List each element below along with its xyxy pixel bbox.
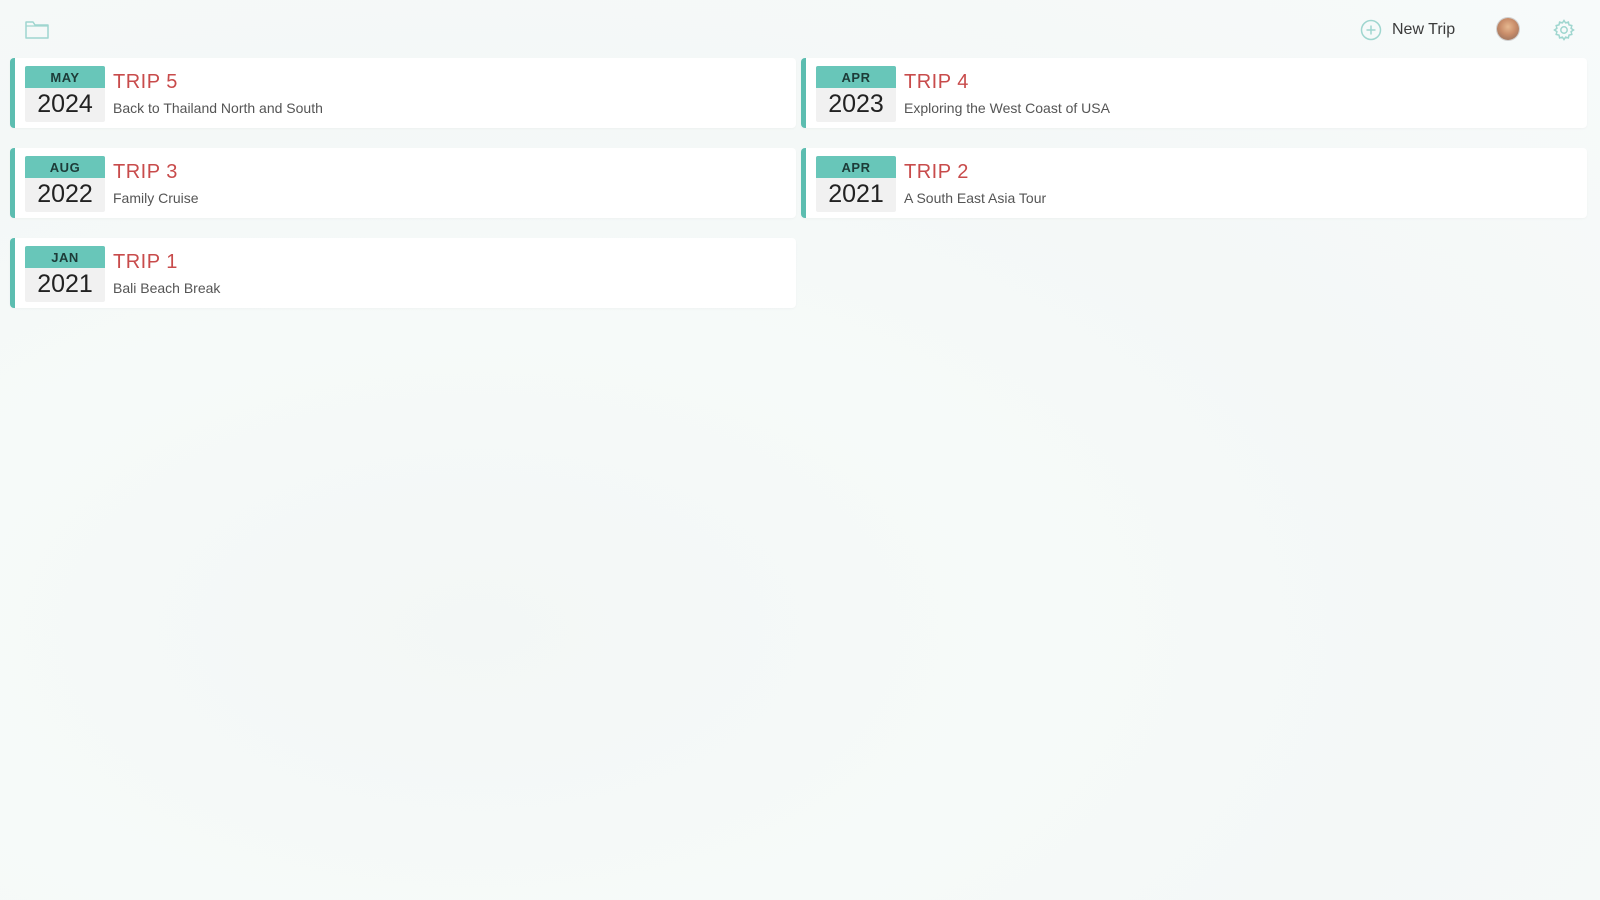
trip-month: MAY <box>25 66 105 88</box>
top-bar: New Trip <box>0 0 1600 58</box>
gear-icon[interactable] <box>1552 18 1576 42</box>
trip-card[interactable]: APR 2023 TRIP 4 Exploring the West Coast… <box>801 58 1587 128</box>
trip-month: APR <box>816 66 896 88</box>
trip-title: TRIP 3 <box>113 161 178 183</box>
date-badge: AUG 2022 <box>25 156 105 212</box>
trip-year: 2021 <box>37 270 93 298</box>
trip-card[interactable]: AUG 2022 TRIP 3 Family Cruise <box>10 148 796 218</box>
trip-title: TRIP 2 <box>904 161 969 183</box>
new-trip-button[interactable]: New Trip <box>1360 17 1455 43</box>
trip-subtitle: Back to Thailand North and South <box>113 100 323 116</box>
trip-month: JAN <box>25 246 105 268</box>
trip-subtitle: Bali Beach Break <box>113 280 221 296</box>
trip-subtitle: Exploring the West Coast of USA <box>904 100 1110 116</box>
date-badge: APR 2023 <box>816 66 896 122</box>
trip-month: APR <box>816 156 896 178</box>
trip-title: TRIP 5 <box>113 71 178 93</box>
plus-circle-icon <box>1360 19 1382 41</box>
trip-card[interactable]: MAY 2024 TRIP 5 Back to Thailand North a… <box>10 58 796 128</box>
trip-title: TRIP 1 <box>113 251 178 273</box>
trip-card[interactable]: JAN 2021 TRIP 1 Bali Beach Break <box>10 238 796 308</box>
date-badge: APR 2021 <box>816 156 896 212</box>
folder-icon[interactable] <box>24 17 50 41</box>
date-badge: JAN 2021 <box>25 246 105 302</box>
trip-list: MAY 2024 TRIP 5 Back to Thailand North a… <box>10 58 1592 308</box>
new-trip-label: New Trip <box>1392 21 1456 38</box>
trip-year: 2024 <box>37 90 93 118</box>
trip-year: 2023 <box>828 90 884 118</box>
trip-year: 2021 <box>828 180 884 208</box>
trip-card[interactable]: APR 2021 TRIP 2 A South East Asia Tour <box>801 148 1587 218</box>
trip-month: AUG <box>25 156 105 178</box>
trip-subtitle: A South East Asia Tour <box>904 190 1047 206</box>
trip-year: 2022 <box>37 180 93 208</box>
date-badge: MAY 2024 <box>25 66 105 122</box>
trip-title: TRIP 4 <box>904 71 969 93</box>
trip-subtitle: Family Cruise <box>113 190 199 206</box>
user-avatar[interactable] <box>1497 18 1519 40</box>
